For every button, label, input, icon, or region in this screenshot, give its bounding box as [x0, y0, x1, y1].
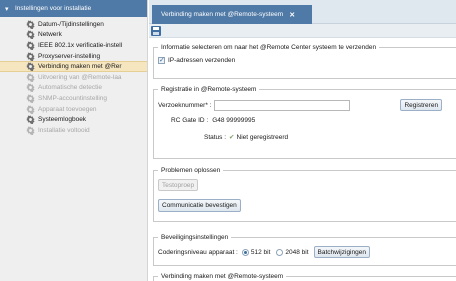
batch-changes-button[interactable]: Batchwijzigingen	[313, 246, 370, 258]
gear-icon	[26, 52, 35, 61]
gear-icon	[26, 83, 35, 93]
toolbar	[149, 24, 456, 38]
status-value: Niet geregistreerd	[236, 133, 289, 141]
ip-address-label: IP-adressen verzenden	[168, 57, 236, 64]
test-call-button[interactable]: Testoproep	[158, 179, 199, 191]
nav-item-label: SNMP-accountinstelling	[38, 94, 108, 102]
nav-item[interactable]: IEEE 802.1x verificatie-instell	[0, 40, 147, 51]
security-legend: Beveiligingsinstellingen	[161, 234, 229, 241]
nav-item-label: Installatie voltooid	[38, 126, 90, 134]
request-number-input[interactable]	[214, 99, 351, 111]
nav-item[interactable]: Installatie voltooid	[0, 125, 147, 136]
radio-512bit[interactable]	[241, 248, 249, 256]
ip-address-checkbox[interactable]	[158, 56, 165, 64]
gear-icon	[26, 126, 35, 135]
tab-remote-connection[interactable]: Verbinding maken met @Remote-systeem ✕	[152, 5, 312, 24]
nav-item-label: Systeemlogboek	[38, 116, 87, 124]
gear-icon	[26, 115, 35, 125]
save-icon[interactable]	[151, 25, 161, 36]
nav-item-label: Automatische detectie	[38, 84, 102, 92]
confirm-communication-button[interactable]: Communicatie bevestigen	[158, 199, 241, 212]
nav-item-label: Verbinding maken met @Rer	[38, 63, 122, 71]
encryption-level-label: Coderingsniveau apparaat :	[158, 248, 238, 256]
gear-icon	[26, 104, 35, 114]
nav-item-label: Proxyserver-instelling	[38, 52, 101, 60]
chevron-down-icon: ▾	[5, 5, 9, 13]
rc-gate-label: RC Gate ID :	[171, 117, 209, 124]
nav-item-label: Apparaat toevoegen	[38, 105, 97, 113]
gear-icon	[26, 30, 35, 40]
nav-header[interactable]: ▾ Instellingen voor installatie	[0, 0, 147, 17]
nav-list: Datum-/Tijdinstellingen Netwerk IEEE 802.1…	[0, 17, 147, 136]
check-icon: ✔	[229, 134, 235, 141]
nav-item[interactable]: Systeemlogboek	[0, 114, 147, 125]
radio-2048bit[interactable]	[276, 248, 284, 256]
registration-legend: Registratie in @Remote-systeem	[161, 86, 257, 93]
main-panel: Verbinding maken met @Remote-systeem ✕ I…	[149, 0, 456, 281]
info-section: Informatie selecteren om naar het @Remot…	[153, 44, 456, 79]
nav-item[interactable]: Apparaat toevoegen	[0, 104, 147, 115]
nav-item[interactable]: Verbinding maken met @Rer	[0, 61, 147, 72]
gear-icon	[26, 73, 35, 82]
nav-item-label: IEEE 802.1x verificatie-instell	[38, 41, 123, 49]
close-icon[interactable]: ✕	[289, 11, 295, 19]
nav-item-label: Datum-/Tijdinstellingen	[38, 20, 104, 28]
gear-icon	[26, 94, 35, 103]
next-section: Verbinding maken met @Remote-systeem	[153, 273, 456, 281]
troubleshoot-legend: Problemen oplossen	[161, 167, 221, 174]
nav-header-label: Instellingen voor installatie	[15, 5, 92, 12]
rc-gate-value: G48 99999995	[212, 117, 256, 124]
troubleshoot-section: Problemen oplossen Testoproep Communicat…	[153, 167, 456, 222]
nav-item[interactable]: Netwerk	[0, 30, 147, 41]
gear-icon	[26, 62, 35, 72]
settings-nav: ▾ Instellingen voor installatie Datum-/T…	[0, 0, 148, 281]
security-section: Beveiligingsinstellingen Coderingsniveau…	[153, 234, 456, 266]
tab-bar: Verbinding maken met @Remote-systeem ✕	[149, 0, 456, 24]
register-button[interactable]: Registreren	[400, 99, 443, 111]
option-2048bit-label: 2048 bit	[285, 248, 309, 256]
info-legend: Informatie selecteren om naar het @Remot…	[161, 44, 377, 51]
nav-item[interactable]: Proxyserver-instelling	[0, 51, 147, 62]
gear-icon	[26, 20, 35, 29]
registration-section: Registratie in @Remote-systeem Verzoeknu…	[153, 86, 456, 159]
gear-icon	[26, 41, 35, 50]
status-label: Status :	[204, 133, 227, 141]
nav-item-label: Uitvoering van @Remote-laa	[38, 73, 122, 81]
nav-item[interactable]: Automatische detectie	[0, 83, 147, 94]
option-512bit-label: 512 bit	[250, 248, 271, 256]
nav-item[interactable]: SNMP-accountinstelling	[0, 93, 147, 104]
request-number-label: Verzoeknummer* :	[158, 101, 212, 109]
nav-item-label: Netwerk	[38, 31, 62, 39]
nav-item[interactable]: Uitvoering van @Remote-laa	[0, 72, 147, 83]
tab-title: Verbinding maken met @Remote-systeem	[161, 11, 284, 18]
next-legend: Verbinding maken met @Remote-systeem	[161, 273, 284, 280]
nav-item[interactable]: Datum-/Tijdinstellingen	[0, 19, 147, 30]
